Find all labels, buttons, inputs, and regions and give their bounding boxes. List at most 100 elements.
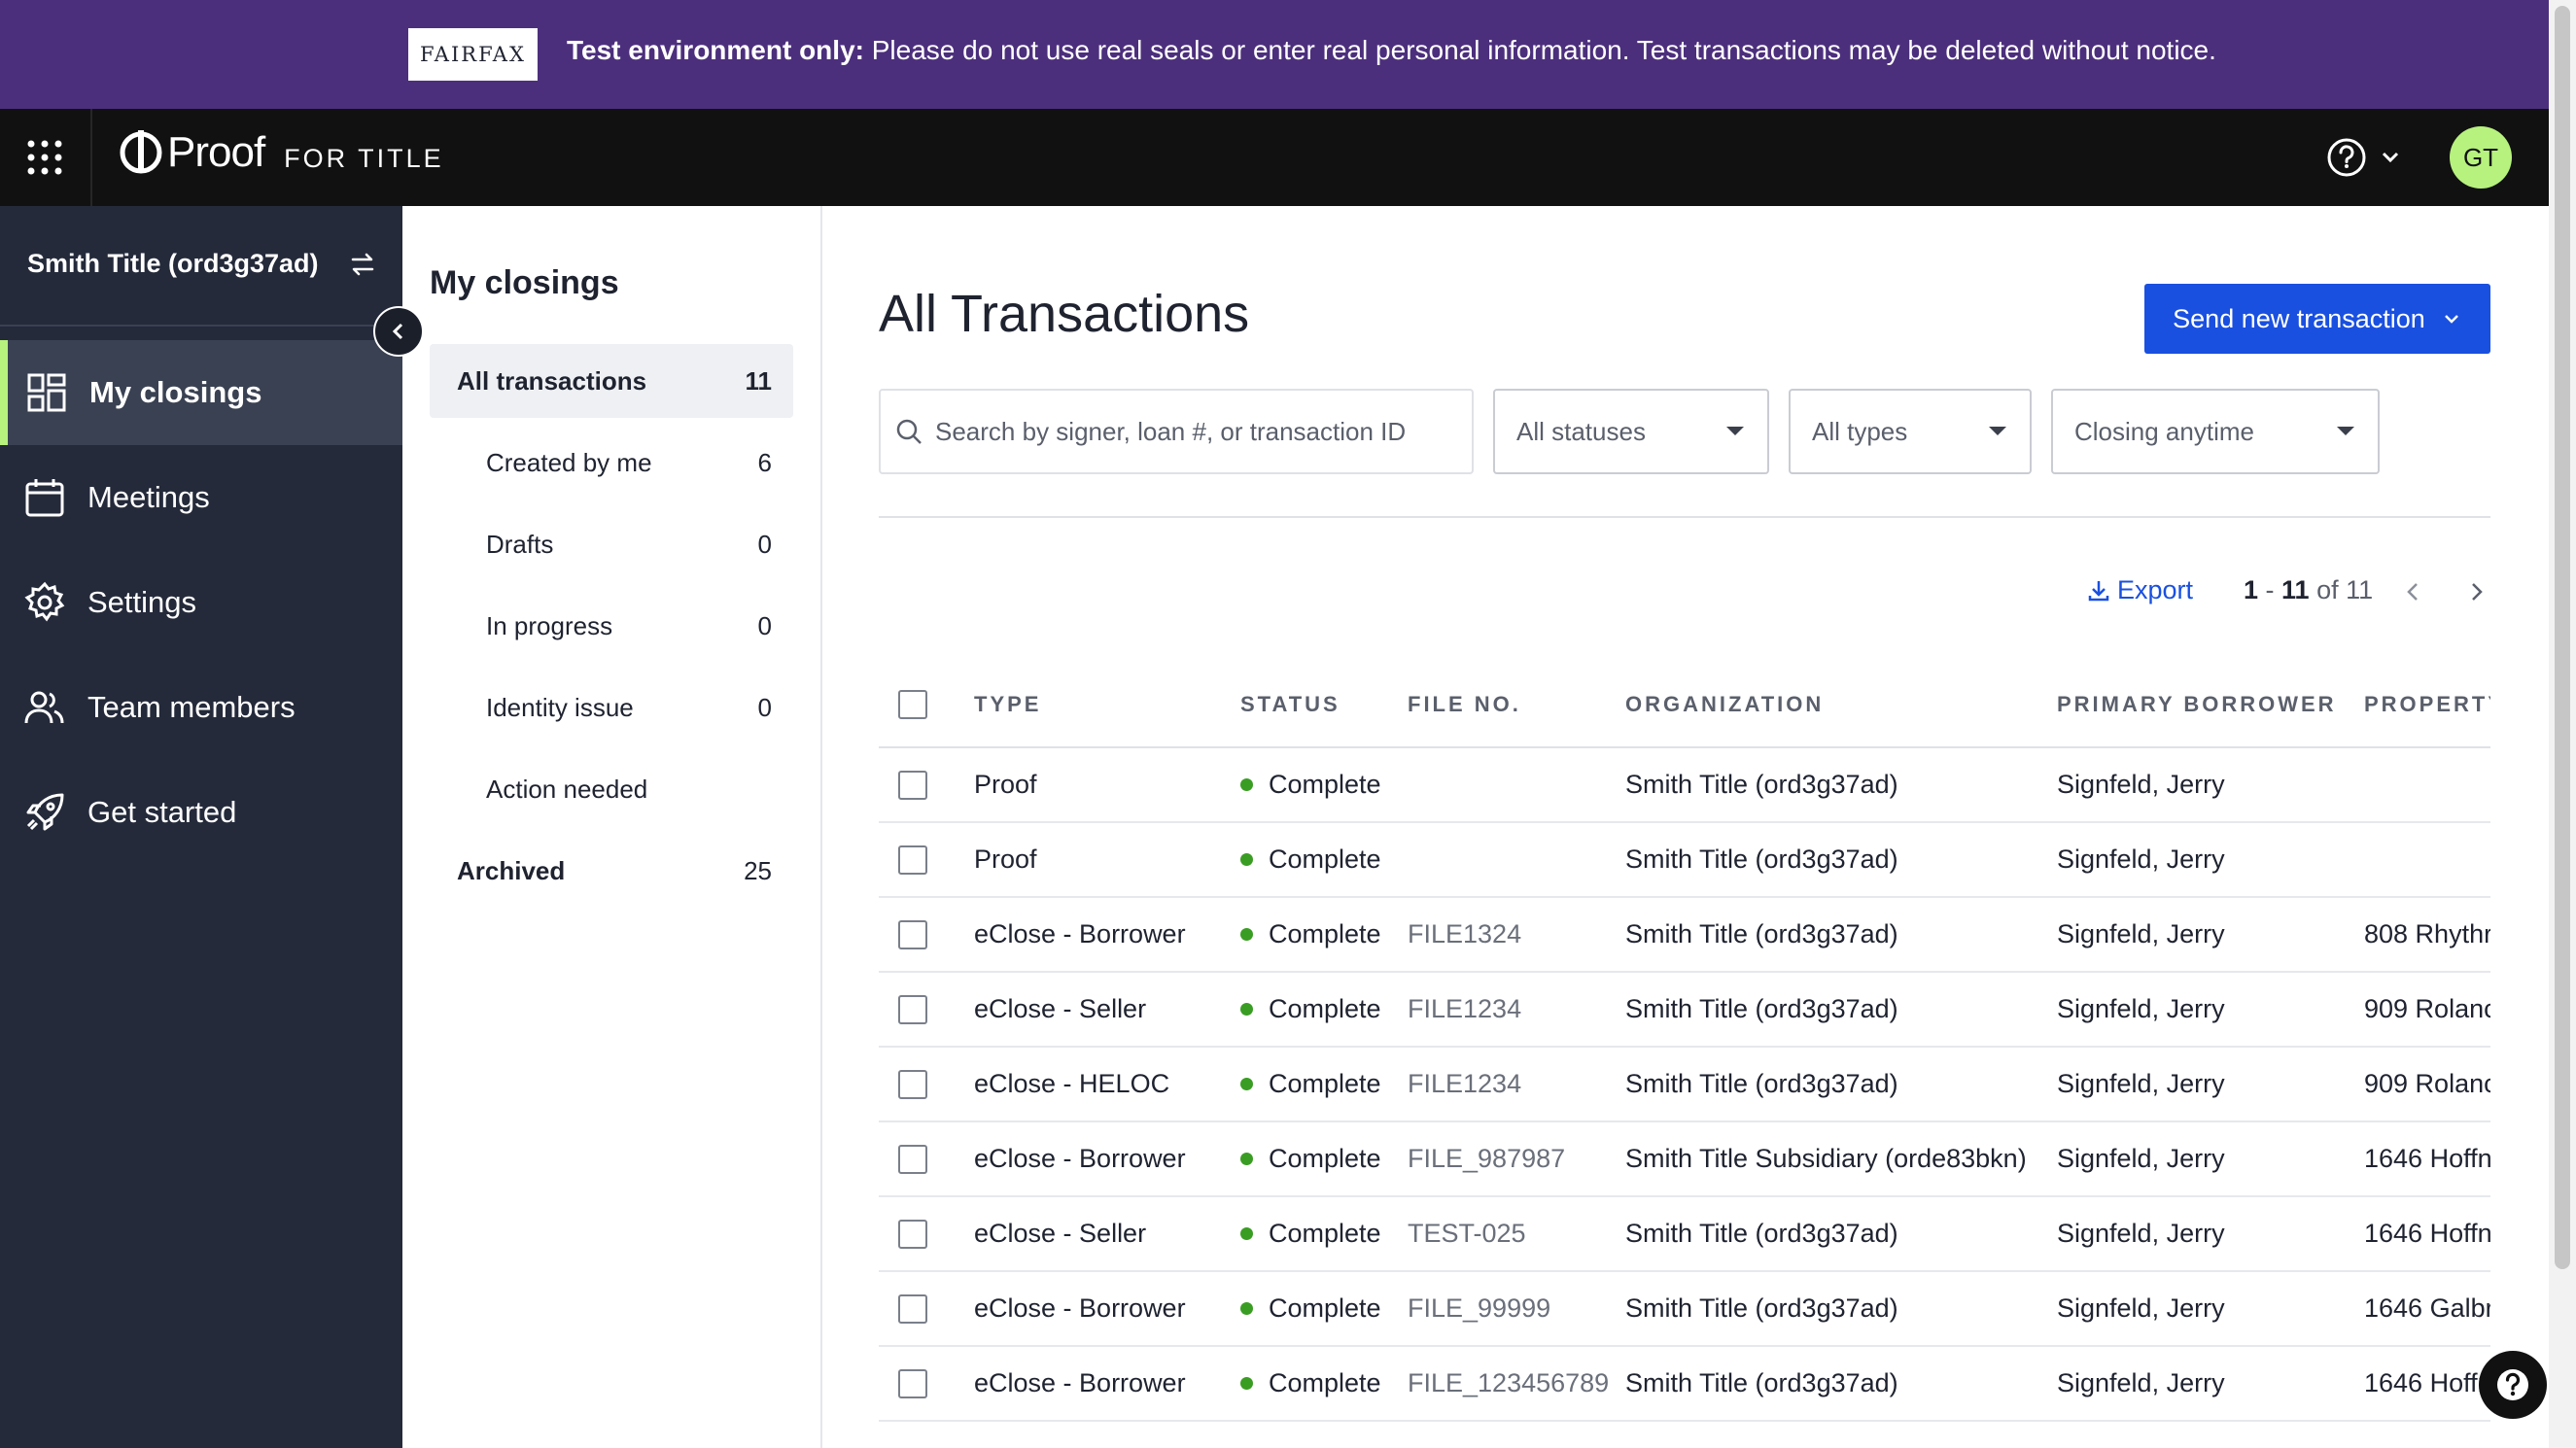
org-switcher[interactable]: Smith Title (ord3g37ad) (27, 249, 377, 279)
row-checkbox[interactable] (898, 1144, 927, 1174)
collapse-sidebar-button[interactable] (373, 306, 424, 357)
cell-type: Proof (974, 770, 1037, 799)
nav-divider (90, 109, 92, 206)
row-select-cell (879, 770, 974, 800)
cell-property: 1646 Hoffn (2364, 1368, 2490, 1397)
transactions-table: TYPE STATUS FILE NO. ORGANIZATION PRIMAR… (879, 663, 2490, 1422)
subnav-item-label: Archived (457, 855, 566, 885)
row-checkbox[interactable] (898, 1293, 927, 1324)
table-row[interactable]: eClose - Borrower Complete FILE_987987 Smit… (879, 1122, 2490, 1197)
subnav-item-created-by-me[interactable]: Created by me 6 (430, 426, 793, 500)
sidebar-item-label: Get started (87, 795, 237, 829)
subnav-item-drafts[interactable]: Drafts 0 (430, 507, 793, 581)
previous-page-icon[interactable] (2399, 577, 2428, 606)
page-title: All Transactions (879, 285, 1250, 343)
cell-status: Complete (1240, 1293, 1408, 1324)
closing-date-filter-select[interactable]: Closing anytime (2051, 389, 2380, 474)
help-icon (2327, 138, 2366, 177)
chevron-down-icon (2382, 152, 2399, 163)
row-checkbox[interactable] (898, 994, 927, 1024)
subnav-item-label: Created by me (486, 447, 652, 477)
page-scrollbar[interactable] (2549, 0, 2576, 1448)
status-dot-icon (1240, 1377, 1253, 1390)
user-avatar[interactable]: GT (2450, 126, 2512, 189)
subnav-item-count: 11 (745, 365, 773, 396)
sidebar-item-team-members[interactable]: Team members (0, 655, 402, 760)
table-header: TYPE STATUS FILE NO. ORGANIZATION PRIMAR… (879, 663, 2490, 748)
cell-status: Complete (1240, 845, 1408, 875)
status-dot-icon (1240, 1153, 1253, 1165)
pager-sep: - (2258, 575, 2282, 604)
row-select-cell (879, 1368, 974, 1398)
row-checkbox[interactable] (898, 845, 927, 875)
banner-message: Test environment only: Please do not use… (567, 35, 2216, 66)
subnav-item-archived[interactable]: Archived 25 (430, 834, 793, 908)
help-menu-button[interactable] (2325, 136, 2405, 179)
cell-type: eClose - Borrower (974, 1293, 1186, 1323)
sidebar-item-my-closings[interactable]: My closings (0, 340, 402, 445)
next-page-icon[interactable] (2461, 577, 2490, 606)
table-row[interactable]: eClose - Seller Complete TEST-025 Smith Tit… (879, 1197, 2490, 1272)
header-type[interactable]: TYPE (974, 692, 1240, 717)
select-all-checkbox[interactable] (898, 690, 927, 719)
table-row[interactable]: eClose - HELOC Complete FILE1234 Smith Titl… (879, 1048, 2490, 1122)
table-row[interactable]: Proof Complete Smith Title (ord3g37ad) Sign… (879, 823, 2490, 898)
filter-divider (879, 516, 2490, 518)
top-navigation: Proof FOR TITLE GT (0, 109, 2549, 206)
scrollbar-thumb[interactable] (2555, 6, 2570, 1269)
send-new-transaction-button[interactable]: Send new transaction (2144, 284, 2490, 354)
subnav-item-identity-issue[interactable]: Identity issue 0 (430, 671, 793, 744)
cell-property: 1646 Hoffn (2364, 1144, 2490, 1173)
app-grid-icon[interactable] (25, 138, 64, 177)
sidebar-item-settings[interactable]: Settings (0, 550, 402, 655)
search-input[interactable]: Search by signer, loan #, or transaction… (879, 389, 1474, 474)
cell-primary-borrower: Signfeld, Jerry (2057, 994, 2225, 1023)
sidebar-item-get-started[interactable]: Get started (0, 760, 402, 865)
cell-primary-borrower: Signfeld, Jerry (2057, 770, 2225, 799)
row-checkbox[interactable] (898, 1069, 927, 1099)
table-row[interactable]: eClose - Borrower Complete FILE_99999 Smith… (879, 1272, 2490, 1347)
table-row[interactable]: eClose - Borrower Complete FILE1324 Smith T… (879, 898, 2490, 973)
header-status[interactable]: STATUS (1240, 692, 1408, 717)
subnav-item-action-needed[interactable]: Action needed (430, 752, 793, 826)
cell-primary-borrower: Signfeld, Jerry (2057, 1293, 2225, 1323)
sidebar-item-label: Meetings (87, 480, 210, 514)
sidebar-divider (0, 325, 402, 327)
row-checkbox[interactable] (898, 1368, 927, 1398)
header-organization[interactable]: ORGANIZATION (1625, 692, 2057, 717)
table-row[interactable]: eClose - Borrower Complete FILE_123456789 S… (879, 1347, 2490, 1422)
sidebar-item-meetings[interactable]: Meetings (0, 445, 402, 550)
subnav-item-all-transactions[interactable]: All transactions 11 (430, 344, 793, 418)
cell-file-no: FILE1234 (1408, 994, 1522, 1023)
table-row[interactable]: eClose - Seller Complete FILE1234 Smith Tit… (879, 973, 2490, 1048)
cell-organization: Smith Title (ord3g37ad) (1625, 1069, 1898, 1098)
status-dot-icon (1240, 853, 1253, 866)
download-icon (2088, 580, 2109, 601)
row-checkbox[interactable] (898, 770, 927, 800)
row-checkbox[interactable] (898, 919, 927, 949)
table-row[interactable]: Proof Complete Smith Title (ord3g37ad) Sign… (879, 748, 2490, 823)
subnav-item-in-progress[interactable]: In progress 0 (430, 589, 793, 663)
switch-org-icon[interactable] (348, 250, 377, 279)
proof-logo[interactable]: Proof FOR TITLE (119, 128, 444, 177)
subnav-item-count: 0 (757, 529, 772, 559)
sidebar-item-label: My closings (89, 375, 262, 409)
calendar-icon (25, 479, 64, 517)
cell-property: 909 Rolanc (2364, 994, 2490, 1023)
header-property[interactable]: PROPERTY (2364, 692, 2490, 717)
floating-help-button[interactable] (2479, 1351, 2547, 1419)
header-primary-borrower[interactable]: PRIMARY BORROWER (2057, 692, 2364, 717)
header-file-no[interactable]: FILE NO. (1408, 692, 1625, 717)
fairfax-logo: FAIRFAX (408, 28, 538, 81)
row-select-cell (879, 919, 974, 949)
row-select-cell (879, 845, 974, 875)
row-checkbox[interactable] (898, 1219, 927, 1249)
export-button[interactable]: Export (2086, 575, 2193, 605)
cell-status: Complete (1240, 1069, 1408, 1099)
type-filter-select[interactable]: All types (1789, 389, 2032, 474)
sidebar-item-label: Settings (87, 585, 197, 619)
status-filter-select[interactable]: All statuses (1493, 389, 1769, 474)
dashboard-icon (27, 373, 66, 412)
subnav-item-label: Identity issue (486, 692, 634, 722)
org-name: Smith Title (ord3g37ad) (27, 249, 319, 278)
